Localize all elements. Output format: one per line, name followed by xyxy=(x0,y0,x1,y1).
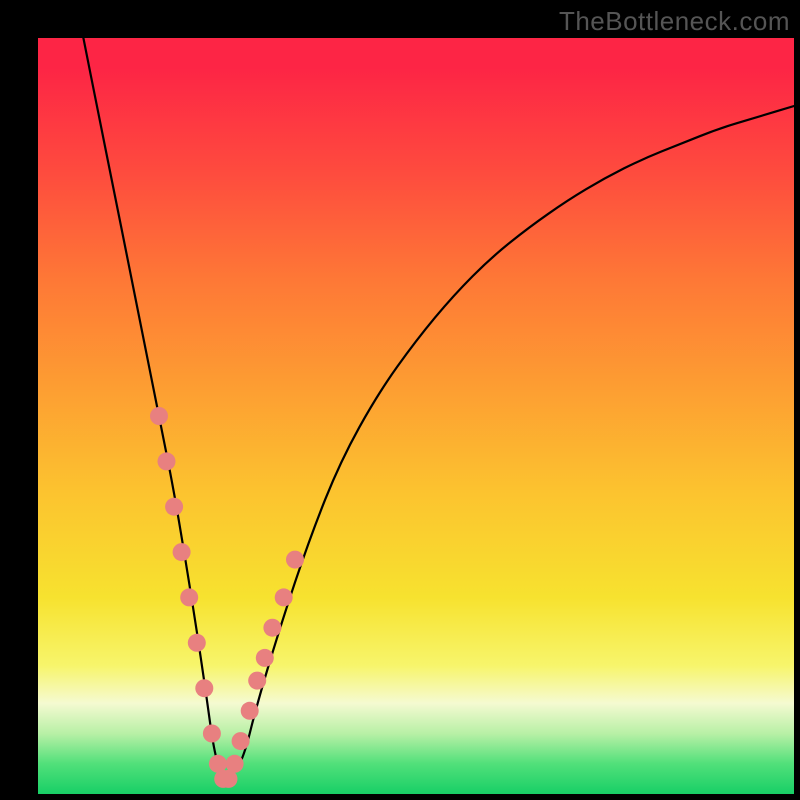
data-marker xyxy=(226,755,244,773)
data-marker xyxy=(275,588,293,606)
data-marker xyxy=(248,672,266,690)
chart-svg xyxy=(38,38,794,794)
data-marker xyxy=(263,619,281,637)
data-marker xyxy=(180,588,198,606)
data-marker xyxy=(256,649,274,667)
marker-group xyxy=(150,407,304,788)
data-marker xyxy=(232,732,250,750)
bottleneck-curve xyxy=(83,38,794,775)
watermark-text: TheBottleneck.com xyxy=(559,6,790,37)
data-marker xyxy=(165,498,183,516)
data-marker xyxy=(203,725,221,743)
chart-frame: TheBottleneck.com xyxy=(0,0,800,800)
curve-path-group xyxy=(83,38,794,775)
data-marker xyxy=(158,452,176,470)
data-marker xyxy=(173,543,191,561)
data-marker xyxy=(241,702,259,720)
plot-area xyxy=(38,38,794,794)
data-marker xyxy=(286,551,304,569)
data-marker xyxy=(188,634,206,652)
data-marker xyxy=(195,679,213,697)
data-marker xyxy=(150,407,168,425)
